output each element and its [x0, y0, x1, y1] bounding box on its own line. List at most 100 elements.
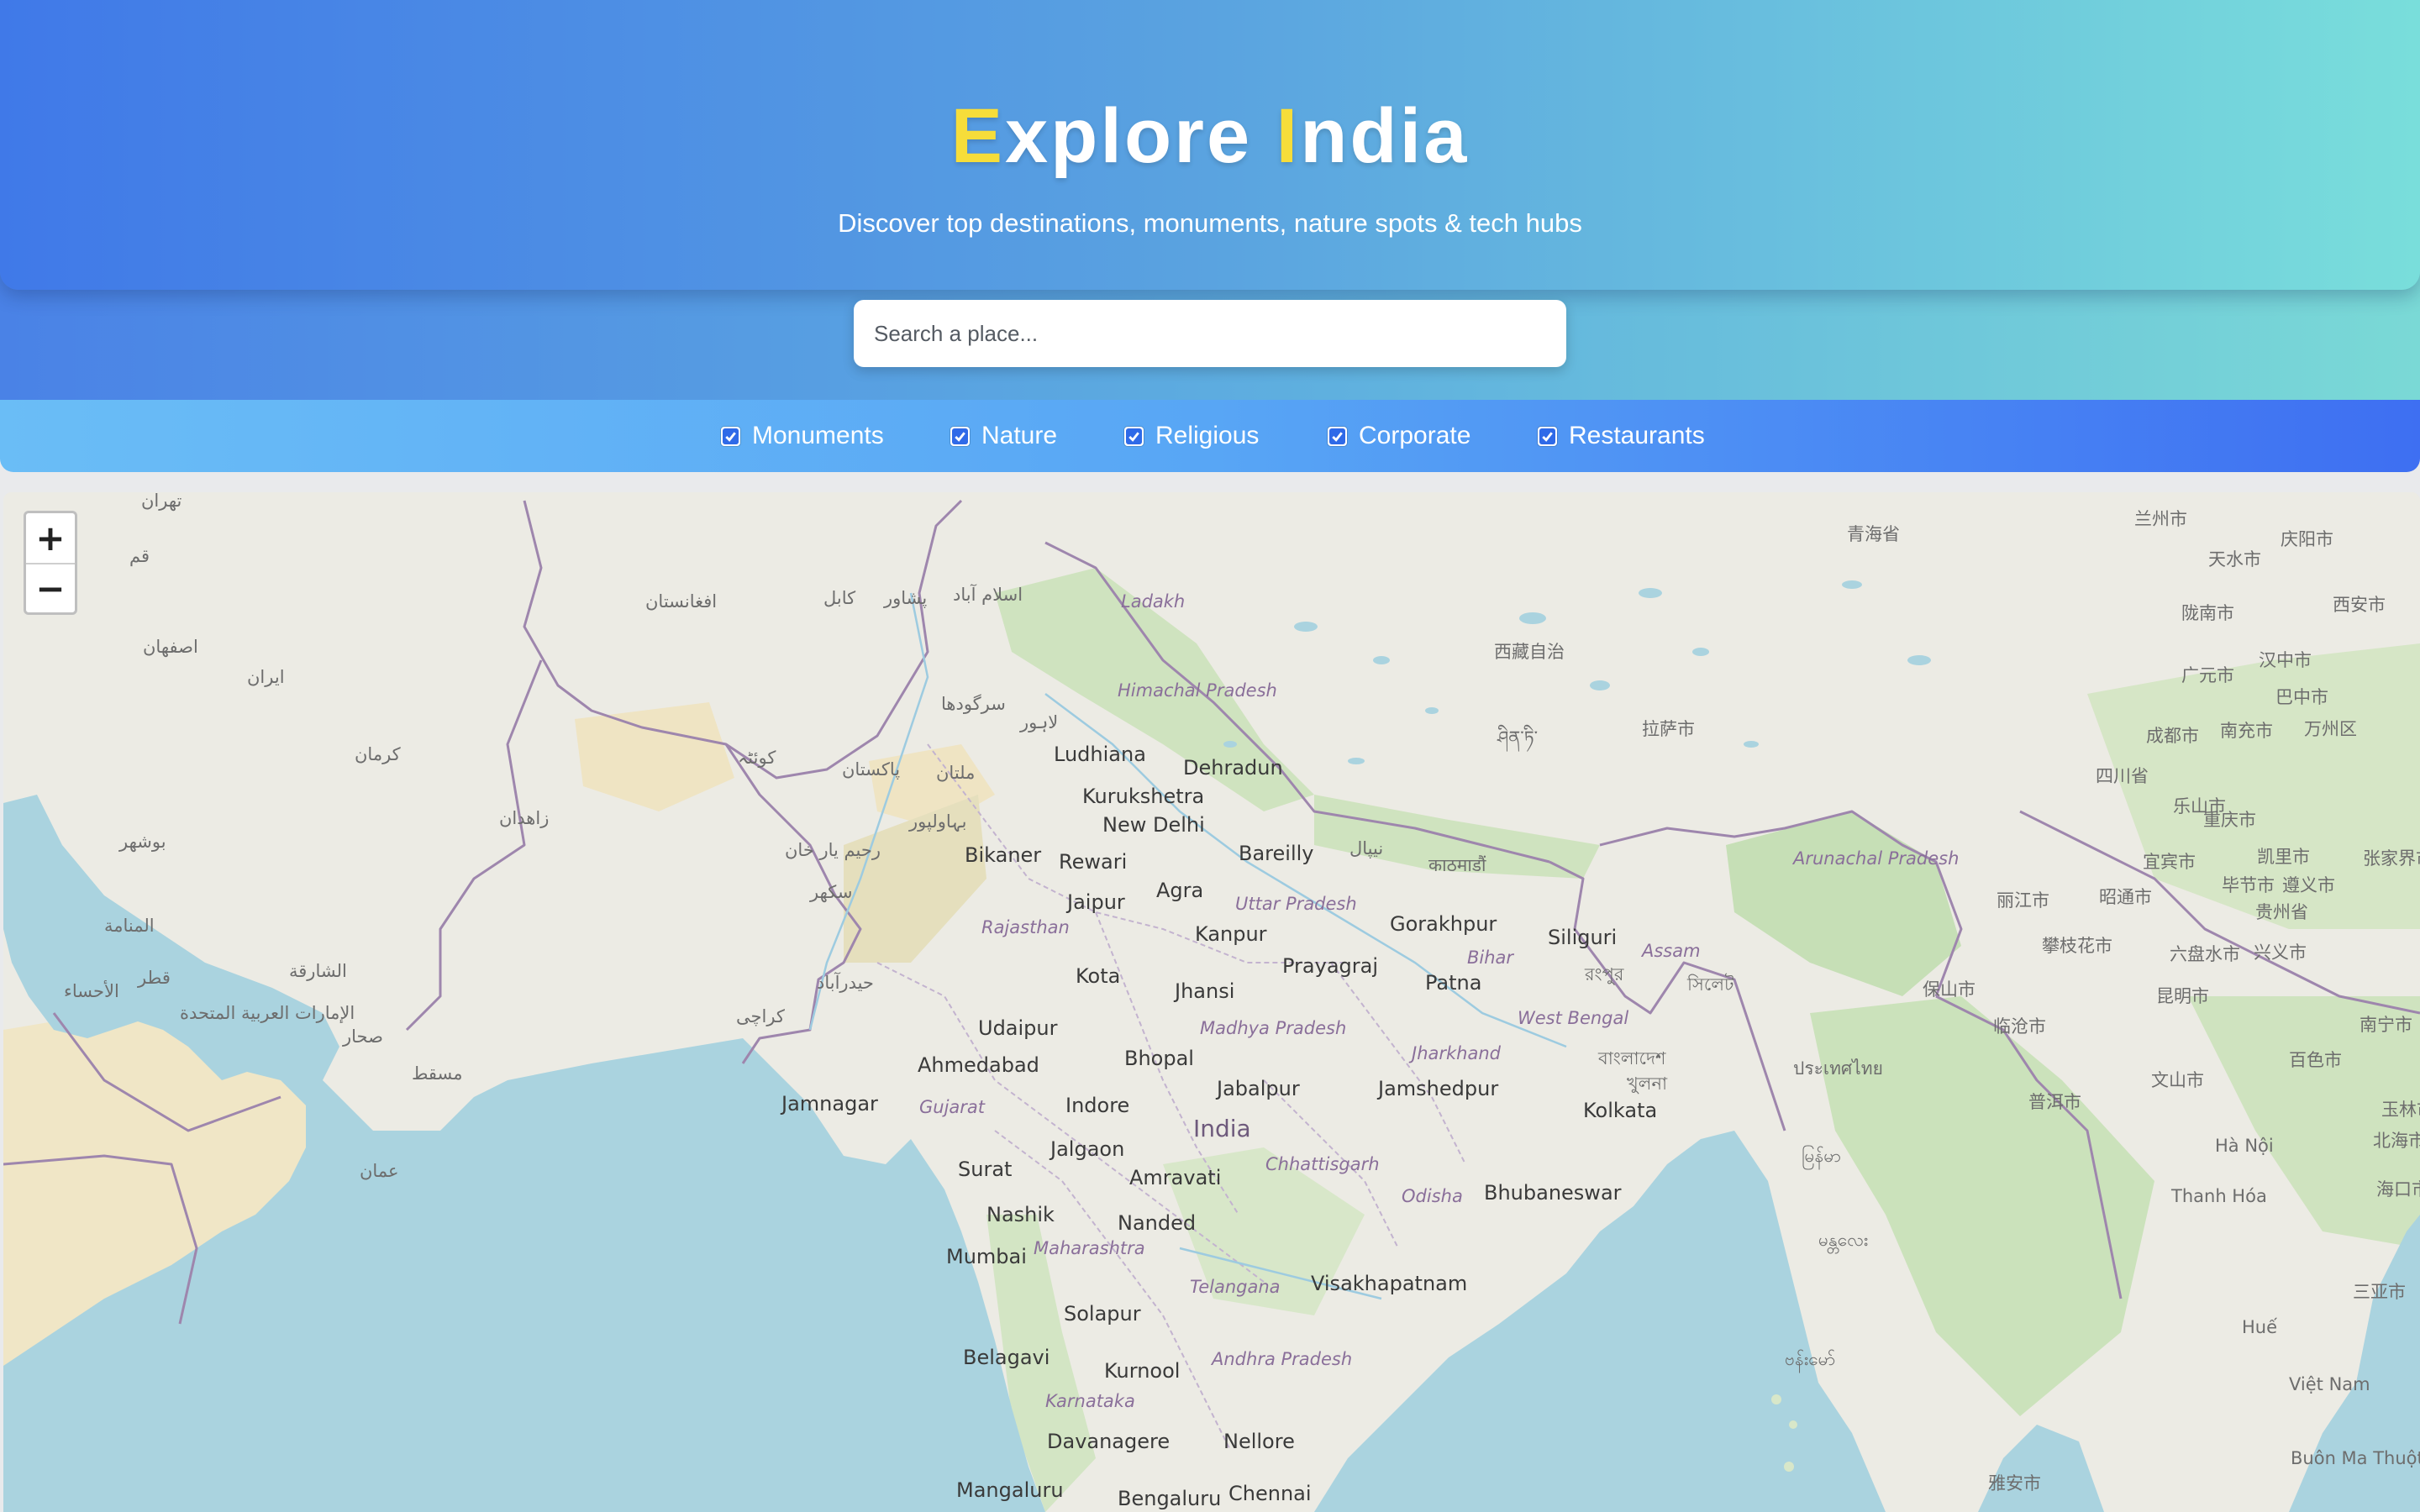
foreign-label: 乐山市	[2173, 796, 2226, 816]
foreign-label: سرگودھا	[941, 694, 1006, 714]
foreign-label: 三亚市	[2353, 1282, 2406, 1302]
city-label: Kota	[1076, 964, 1121, 988]
foreign-label: 成都市	[2146, 726, 2199, 746]
foreign-label: 兴义市	[2254, 942, 2307, 963]
filter-nature[interactable]: Nature	[950, 418, 1057, 454]
foreign-label: 昆明市	[2156, 986, 2209, 1006]
search-input[interactable]	[854, 300, 1566, 367]
foreign-label: 万州区	[2304, 719, 2357, 739]
city-label: Rewari	[1059, 850, 1128, 874]
foreign-label: 广元市	[2181, 665, 2234, 685]
foreign-label: 南充市	[2220, 721, 2273, 741]
foreign-label: ایران	[247, 667, 285, 687]
foreign-label: Huế	[2242, 1317, 2278, 1337]
filter-bar: Monuments Nature Religious Corporate Res…	[0, 400, 2420, 472]
foreign-label: پاکستان	[842, 759, 901, 780]
foreign-label: 雅安市	[1988, 1473, 2041, 1494]
foreign-label: 普洱市	[2028, 1092, 2081, 1112]
city-label: Visakhapatnam	[1311, 1272, 1468, 1295]
foreign-label: မန္တလေး	[1818, 1230, 1869, 1250]
foreign-label: 遵义市	[2282, 875, 2335, 895]
foreign-label: کابل	[823, 588, 856, 608]
city-label: Agra	[1156, 879, 1204, 902]
page-header: Explore India Discover top destinations,…	[0, 0, 2420, 290]
foreign-label: ملتان	[936, 763, 976, 783]
map-container[interactable]: + − India Ludhiana Dehradun Kurukshetra …	[3, 492, 2420, 1512]
foreign-label: رحیم یار خان	[785, 840, 881, 860]
monuments-checkbox[interactable]	[721, 426, 740, 446]
city-label: Jamshedpur	[1378, 1077, 1499, 1100]
city-label: Indore	[1065, 1094, 1130, 1117]
region-label: Maharashtra	[1034, 1238, 1145, 1258]
city-label: Kanpur	[1195, 922, 1267, 946]
nature-checkbox[interactable]	[950, 426, 970, 446]
foreign-label: မြန်မာ	[1802, 1146, 1842, 1166]
foreign-label: قم	[129, 546, 150, 566]
foreign-label: بوشهر	[119, 832, 166, 852]
city-label: Bareilly	[1239, 842, 1314, 865]
corporate-checkbox[interactable]	[1328, 426, 1347, 446]
foreign-label: زاهدان	[499, 808, 550, 828]
foreign-label: 南宁市	[2360, 1015, 2412, 1035]
region-label: Telangana	[1190, 1277, 1281, 1297]
foreign-label: المنامة	[104, 916, 155, 936]
foreign-label: খুলনা	[1627, 1074, 1668, 1094]
filter-restaurants[interactable]: Restaurants	[1538, 418, 1705, 454]
city-label: Jhansi	[1175, 979, 1235, 1003]
foreign-label: রংপুর	[1585, 964, 1624, 984]
foreign-label: صحار	[343, 1026, 383, 1047]
city-label: Jabalpur	[1217, 1077, 1300, 1100]
foreign-label: کراچی	[736, 1006, 785, 1026]
religious-checkbox[interactable]	[1124, 426, 1144, 446]
restaurants-checkbox[interactable]	[1538, 426, 1557, 446]
foreign-label: تهران	[141, 492, 182, 511]
restaurants-label: Restaurants	[1569, 422, 1705, 449]
foreign-label: 丽江市	[1996, 890, 2049, 911]
foreign-label: لاہور	[1020, 712, 1059, 732]
corporate-label: Corporate	[1359, 422, 1471, 449]
foreign-label: ཤིན་ཏི་	[1497, 727, 1539, 748]
foreign-label: اصفهان	[143, 637, 198, 657]
region-label: Gujarat	[919, 1097, 986, 1117]
filter-religious[interactable]: Religious	[1124, 418, 1259, 454]
foreign-label: 攀枝花市	[2042, 936, 2112, 956]
foreign-label: 海口市	[2376, 1179, 2420, 1200]
city-label: Kurnool	[1104, 1359, 1181, 1383]
foreign-label: Hà Nội	[2215, 1136, 2274, 1156]
city-label: Mumbai	[946, 1245, 1027, 1268]
foreign-label: 天水市	[2208, 549, 2261, 570]
filter-corporate[interactable]: Corporate	[1328, 418, 1470, 454]
city-label: Ahmedabad	[918, 1053, 1039, 1077]
foreign-label: سکھر	[810, 882, 853, 902]
zoom-in-button[interactable]: +	[26, 513, 75, 563]
region-label: Himachal Pradesh	[1118, 680, 1277, 701]
region-label: Madhya Pradesh	[1200, 1018, 1347, 1038]
region-label: Rajasthan	[981, 917, 1070, 937]
religious-label: Religious	[1155, 422, 1260, 449]
city-label: Ludhiana	[1054, 743, 1146, 766]
foreign-label: کوئٹہ	[738, 748, 776, 768]
foreign-label: الأحساء	[64, 981, 119, 1001]
region-label: Karnataka	[1045, 1391, 1135, 1411]
foreign-label: قطر	[138, 968, 171, 988]
city-label: Bhopal	[1124, 1047, 1194, 1070]
region-label: Uttar Pradesh	[1235, 894, 1357, 914]
foreign-label: ဗန်းမော်	[1785, 1349, 1836, 1369]
foreign-label: 凯里市	[2257, 847, 2310, 867]
city-label: Solapur	[1064, 1302, 1141, 1326]
filter-monuments[interactable]: Monuments	[721, 418, 884, 454]
foreign-label: 六盘水市	[2170, 944, 2240, 964]
foreign-label: 汉中市	[2259, 650, 2312, 670]
region-label: Chhattisgarh	[1265, 1154, 1380, 1174]
foreign-label: کرمان	[355, 744, 401, 764]
city-label: Mangaluru	[956, 1478, 1064, 1502]
foreign-label: 兰州市	[2134, 509, 2187, 529]
foreign-label: 北海市	[2373, 1131, 2420, 1151]
region-label: Odisha	[1402, 1186, 1463, 1206]
page-title: Explore India	[0, 91, 2420, 181]
foreign-label: 四川省	[2096, 766, 2149, 786]
zoom-out-button[interactable]: −	[26, 563, 75, 612]
foreign-label: Việt Nam	[2289, 1374, 2370, 1394]
foreign-label: 青海省	[1847, 524, 1900, 544]
zoom-control: + −	[24, 511, 77, 615]
